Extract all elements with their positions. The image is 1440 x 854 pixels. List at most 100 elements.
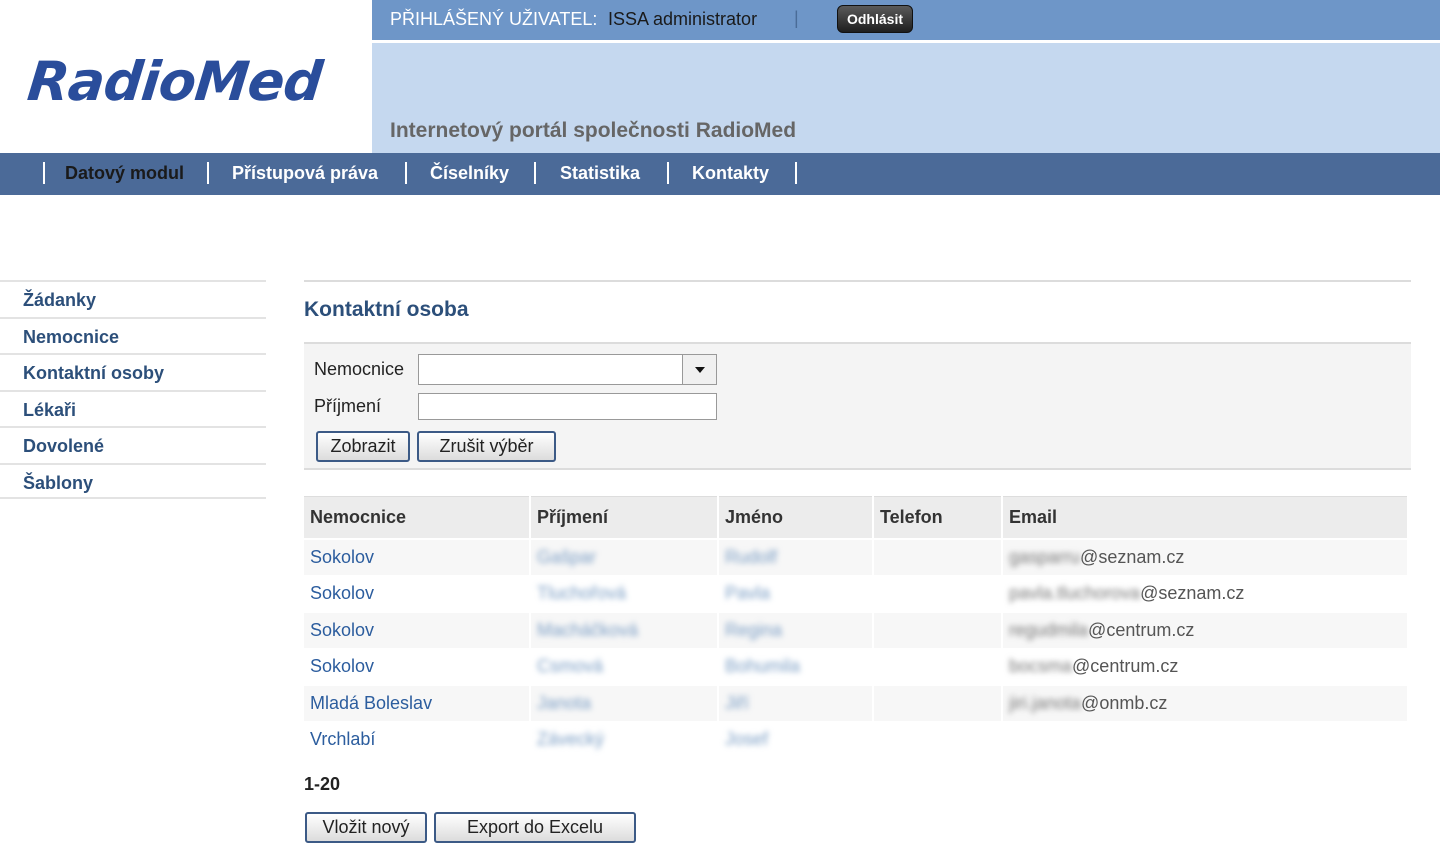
hospital-link[interactable]: Sokolov <box>304 576 529 611</box>
sidebar-item-kontaktni-osoby[interactable]: Kontaktní osoby <box>0 353 266 390</box>
table-row: Mladá Boleslav Janota Jiří jiri.janota@o… <box>304 686 1407 721</box>
table-row: Sokolov Gašpar Rudolf gasparru@seznam.cz <box>304 540 1407 575</box>
filter-panel: Nemocnice Příjmení Zobrazit Zrušit výběr <box>304 342 1411 470</box>
email-domain: @seznam.cz <box>1140 583 1245 604</box>
phone-cell <box>874 722 1001 757</box>
sidebar: Žádanky Nemocnice Kontaktní osoby Lékaři… <box>0 280 266 499</box>
email-local-part: bocsma <box>1009 656 1073 677</box>
show-button[interactable]: Zobrazit <box>316 431 410 462</box>
email-domain: @onmb.cz <box>1081 692 1168 713</box>
surname-filter-label: Příjmení <box>314 396 382 416</box>
name-value: Pavla <box>725 583 771 604</box>
email-local-part: regudmila <box>1009 619 1089 640</box>
radiomed-logo[interactable]: RadioMed <box>25 50 325 113</box>
table-row: Sokolov Csmová Bohumila bocsma@centrum.c… <box>304 649 1407 684</box>
email-local-part: gasparru <box>1009 546 1081 567</box>
column-header-jmeno[interactable]: Jméno <box>719 496 872 538</box>
pagination-range: 1-20 <box>304 774 341 794</box>
phone-cell <box>874 540 1001 575</box>
table-row: Sokolov Tluchořová Pavla pavla.tluchorov… <box>304 576 1407 611</box>
surname-cell: Macháčková <box>531 613 717 648</box>
email-domain: @centrum.cz <box>1088 619 1195 640</box>
name-value: Regina <box>725 619 783 640</box>
hospital-link[interactable]: Sokolov <box>304 540 529 575</box>
email-local-part: pavla.tluchorova <box>1009 583 1141 604</box>
portal-subtitle: Internetový portál společnosti RadioMed <box>390 119 797 142</box>
sidebar-item-dovolene[interactable]: Dovolené <box>0 426 266 463</box>
email-domain: @centrum.cz <box>1072 656 1179 677</box>
surname-cell: Janota <box>531 686 717 721</box>
main-content: Kontaktní osoba Nemocnice Příjmení Zobra… <box>304 280 1411 843</box>
name-cell: Jiří <box>719 686 872 721</box>
surname-value: Macháčková <box>537 619 639 640</box>
sidebar-item-sablony[interactable]: Šablony <box>0 462 266 499</box>
nav-item-pristupova-prava[interactable]: Přístupová práva <box>232 163 378 184</box>
phone-cell <box>874 649 1001 684</box>
hospital-select[interactable] <box>418 354 717 385</box>
logged-user-label: PŘIHLÁŠENÝ UŽIVATEL: <box>390 9 598 29</box>
sidebar-item-nemocnice[interactable]: Nemocnice <box>0 316 266 354</box>
logo-area: RadioMed <box>0 0 372 153</box>
nav-separator <box>795 162 797 184</box>
name-value: Josef <box>725 729 769 750</box>
email-local-part: jiri.janota <box>1009 692 1082 713</box>
email-cell: jiri.janota@onmb.cz <box>1003 686 1407 721</box>
hospital-link[interactable]: Sokolov <box>304 613 529 648</box>
hospital-link[interactable]: Vrchlabí <box>304 722 529 757</box>
logout-button[interactable]: Odhlásit <box>837 5 913 33</box>
contacts-table: Nemocnice Příjmení Jméno Telefon Email S… <box>302 494 1409 759</box>
nav-separator <box>534 162 536 184</box>
column-header-nemocnice[interactable]: Nemocnice <box>304 496 529 538</box>
logged-user-name: ISSA administrator <box>608 9 758 29</box>
hospital-filter-label: Nemocnice <box>314 359 405 379</box>
nav-item-ciselniky[interactable]: Číselníky <box>430 163 509 184</box>
chevron-down-icon[interactable] <box>682 355 716 384</box>
surname-value: Csmová <box>537 656 604 677</box>
surname-value: Janota <box>537 692 592 713</box>
name-cell: Bohumila <box>719 649 872 684</box>
surname-cell: Tluchořová <box>531 576 717 611</box>
column-header-prijmeni[interactable]: Příjmení <box>531 496 717 538</box>
column-header-telefon[interactable]: Telefon <box>874 496 1001 538</box>
surname-value: Závecký <box>537 729 605 750</box>
name-cell: Regina <box>719 613 872 648</box>
surname-value: Gašpar <box>537 546 597 567</box>
table-row: Sokolov Macháčková Regina regudmila@cent… <box>304 613 1407 648</box>
nav-separator <box>405 162 407 184</box>
nav-item-datovy-modul[interactable]: Datový modul <box>65 163 184 184</box>
column-header-email[interactable]: Email <box>1003 496 1407 538</box>
phone-cell <box>874 576 1001 611</box>
nav-separator <box>207 162 209 184</box>
nav-separator <box>43 162 45 184</box>
sidebar-item-lekari[interactable]: Lékaři <box>0 389 266 427</box>
nav-separator <box>667 162 669 184</box>
main-navigation: Datový modul Přístupová práva Číselníky … <box>0 153 1440 195</box>
name-value: Jiří <box>725 692 749 713</box>
sidebar-item-zadanky[interactable]: Žádanky <box>0 280 266 317</box>
table-row: Vrchlabí Závecký Josef <box>304 722 1407 757</box>
email-cell: pavla.tluchorova@seznam.cz <box>1003 576 1407 611</box>
name-value: Bohumila <box>725 656 801 677</box>
email-cell: gasparru@seznam.cz <box>1003 540 1407 575</box>
user-bar-separator: | <box>794 8 799 28</box>
insert-new-button[interactable]: Vložit nový <box>305 812 427 843</box>
hospital-link[interactable]: Mladá Boleslav <box>304 686 529 721</box>
hospital-link[interactable]: Sokolov <box>304 649 529 684</box>
surname-value: Tluchořová <box>537 583 627 604</box>
phone-cell <box>874 613 1001 648</box>
nav-item-statistika[interactable]: Statistika <box>560 163 640 184</box>
name-value: Rudolf <box>725 546 778 567</box>
surname-cell: Gašpar <box>531 540 717 575</box>
surname-cell: Závecký <box>531 722 717 757</box>
surname-input[interactable] <box>418 393 717 420</box>
name-cell: Pavla <box>719 576 872 611</box>
clear-selection-button[interactable]: Zrušit výběr <box>417 431 556 462</box>
nav-item-kontakty[interactable]: Kontakty <box>692 163 769 184</box>
surname-cell: Csmová <box>531 649 717 684</box>
divider <box>304 280 1411 282</box>
phone-cell <box>874 686 1001 721</box>
name-cell: Josef <box>719 722 872 757</box>
export-excel-button[interactable]: Export do Excelu <box>434 812 636 843</box>
email-domain: @seznam.cz <box>1080 546 1185 567</box>
table-header-row: Nemocnice Příjmení Jméno Telefon Email <box>304 496 1407 538</box>
